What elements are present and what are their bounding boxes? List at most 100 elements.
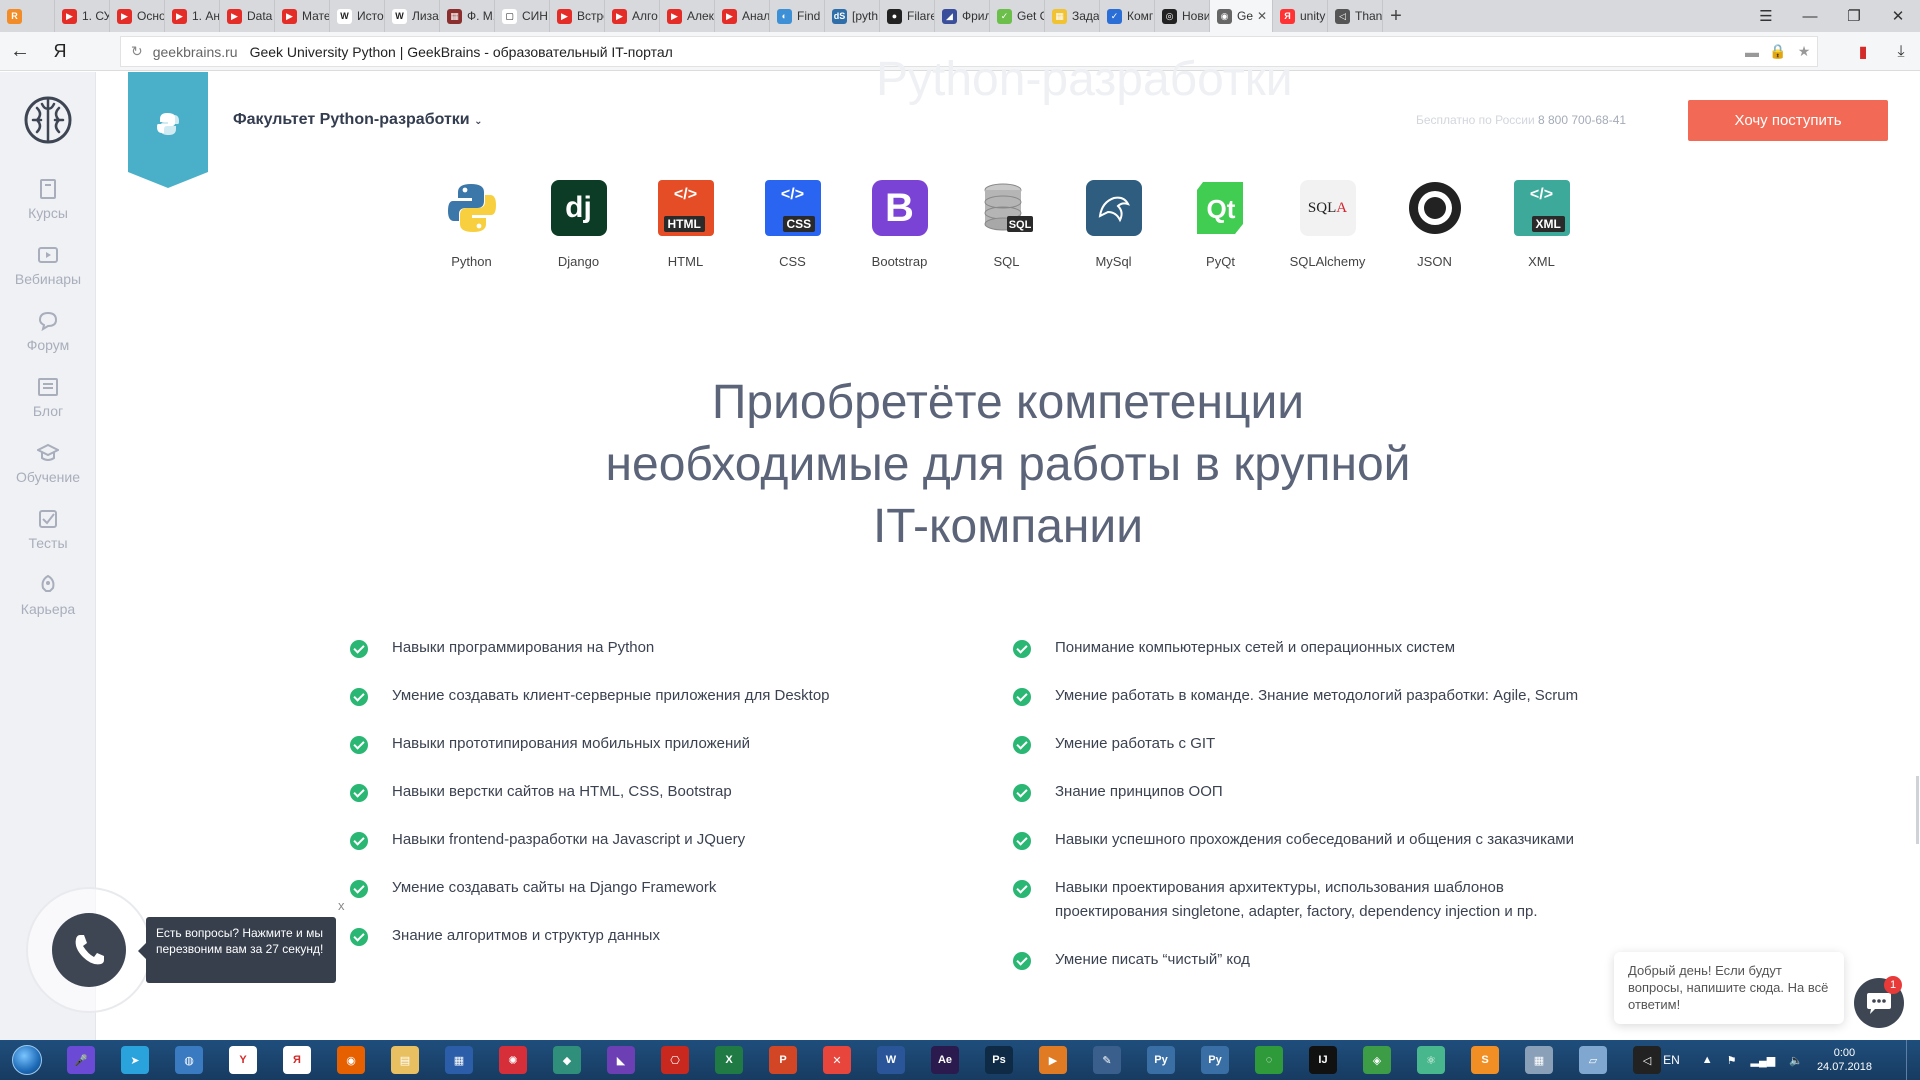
taskbar-app-button[interactable]: X <box>702 1040 756 1080</box>
browser-tab[interactable]: ▢ СИН <box>495 0 550 32</box>
taskbar-app-button[interactable]: ◆ <box>540 1040 594 1080</box>
url-domain: geekbrains.ru <box>152 43 238 60</box>
browser-tab[interactable]: ◁ Than <box>1328 0 1383 32</box>
skill-text: Навыки верстки сайтов на HTML, CSS, Boot… <box>392 783 732 800</box>
sidebar-item-blog[interactable]: Блог <box>0 376 96 419</box>
geekbrains-brain-logo-icon[interactable] <box>23 94 73 146</box>
faculty-badge[interactable] <box>128 72 208 188</box>
restore-button[interactable]: ❐ <box>1832 0 1876 32</box>
flag-icon[interactable]: ⚑ <box>1727 1054 1737 1067</box>
taskbar-app-button[interactable]: Py <box>1134 1040 1188 1080</box>
signal-icon[interactable]: ▂▄▆ <box>1751 1054 1776 1067</box>
taskbar-app-button[interactable]: IJ <box>1296 1040 1350 1080</box>
taskbar-app-button[interactable]: ✺ <box>486 1040 540 1080</box>
back-button[interactable]: ← <box>0 32 40 71</box>
taskbar-app-button[interactable]: ▶ <box>1026 1040 1080 1080</box>
sidebar-item-webinars[interactable]: Вебинары <box>0 244 96 287</box>
browser-tab[interactable]: ◐ Find <box>770 0 825 32</box>
taskbar-app-button[interactable]: ▱ <box>1566 1040 1620 1080</box>
browser-tab[interactable]: ▶ Встре <box>550 0 605 32</box>
minimize-button[interactable]: — <box>1788 0 1832 32</box>
browser-tab[interactable]: R <box>0 0 55 32</box>
taskbar-app-button[interactable]: ✕ <box>810 1040 864 1080</box>
taskbar-app-button[interactable]: S <box>1458 1040 1512 1080</box>
tab-favicon-icon: R <box>7 8 22 24</box>
enroll-button[interactable]: Хочу поступить <box>1688 100 1888 141</box>
start-button[interactable] <box>0 1040 54 1080</box>
chat-greeting-bubble[interactable]: Добрый день! Если будут вопросы, напишит… <box>1614 952 1844 1024</box>
star-icon[interactable]: ★ <box>1791 43 1817 60</box>
sidebar-item-career[interactable]: Карьера <box>0 574 96 617</box>
browser-tab[interactable]: dS [pyth <box>825 0 880 32</box>
menu-icon[interactable]: ☰ <box>1744 0 1788 32</box>
sidebar-label: Блог <box>32 403 64 419</box>
browser-tab[interactable]: ▶ Мате <box>275 0 330 32</box>
skill-text: Умение работать с GIT <box>1055 735 1216 752</box>
browser-tab[interactable]: ▶ 1. Ан <box>165 0 220 32</box>
phone-number[interactable]: 8 800 700-68-41 <box>1538 113 1626 127</box>
browser-tab[interactable]: ▶ Осно <box>110 0 165 32</box>
browser-tab[interactable]: ● Filare <box>880 0 935 32</box>
taskbar-clock[interactable]: 0:00 24.07.2018 <box>1817 1046 1872 1074</box>
taskbar-app-button[interactable]: ◉ <box>324 1040 378 1080</box>
taskbar-app-button[interactable]: ◣ <box>594 1040 648 1080</box>
browser-tab[interactable]: ▶ Алек <box>660 0 715 32</box>
taskbar-app-button[interactable]: Y <box>216 1040 270 1080</box>
volume-icon[interactable]: 🔈 <box>1789 1054 1803 1067</box>
browser-tab[interactable]: ▦ Ф. М. <box>440 0 495 32</box>
browser-tab[interactable]: ▶ Анал <box>715 0 770 32</box>
yandex-home-button[interactable]: Я <box>40 32 80 71</box>
taskbar-app-button[interactable]: ⚛ <box>1404 1040 1458 1080</box>
taskbar-app-button[interactable]: W <box>864 1040 918 1080</box>
browser-tab[interactable]: ▶ Data <box>220 0 275 32</box>
tab-close-icon[interactable]: ✕ <box>1257 9 1267 23</box>
browser-tab[interactable]: W Лиза <box>385 0 440 32</box>
browser-tab[interactable]: ▶ 1. СУ <box>55 0 110 32</box>
browser-tab[interactable]: ◎ Нови <box>1155 0 1210 32</box>
tray-expand-icon[interactable]: ▲ <box>1702 1054 1713 1066</box>
taskbar-app-button[interactable]: ◌ <box>1242 1040 1296 1080</box>
taskbar-app-button[interactable]: ◈ <box>1350 1040 1404 1080</box>
callback-button[interactable] <box>52 913 126 987</box>
download-icon[interactable]: ⤓ <box>1882 43 1920 61</box>
new-tab-button[interactable]: + <box>1383 0 1409 32</box>
show-desktop-button[interactable] <box>1906 1040 1920 1080</box>
browser-tab[interactable]: Яunity <box>1273 0 1328 32</box>
browser-tab[interactable]: ✓ Комг <box>1100 0 1155 32</box>
check-circle-icon <box>350 688 368 706</box>
taskbar-app-button[interactable]: ✎ <box>1080 1040 1134 1080</box>
taskbar-app-button[interactable]: 🎤 <box>54 1040 108 1080</box>
browser-tab[interactable]: ▶ Алго <box>605 0 660 32</box>
callback-close-button[interactable]: x <box>338 898 345 913</box>
callback-tooltip[interactable]: Есть вопросы? Нажмите и мы перезвоним ва… <box>138 917 336 983</box>
taskbar-app-button[interactable]: Ae <box>918 1040 972 1080</box>
sidebar-item-courses[interactable]: Курсы <box>0 178 96 221</box>
page-scrollbar[interactable] <box>1916 776 1919 844</box>
sidebar-item-tests[interactable]: Тесты <box>0 508 96 551</box>
sidebar-item-forum[interactable]: Форум <box>0 310 96 353</box>
comment-icon[interactable]: ▬ <box>1739 44 1765 60</box>
browser-tab[interactable]: ◢ Фрил <box>935 0 990 32</box>
taskbar-app-button[interactable]: ➤ <box>108 1040 162 1080</box>
close-window-button[interactable]: ✕ <box>1876 0 1920 32</box>
reload-icon[interactable]: ↻ <box>131 43 143 60</box>
browser-tab[interactable]: ▦ Зада <box>1045 0 1100 32</box>
taskbar-app-button[interactable]: Py <box>1188 1040 1242 1080</box>
taskbar-app-button[interactable]: ▦ <box>432 1040 486 1080</box>
faculty-dropdown[interactable]: Факультет Python-разработки ⌄ <box>233 111 482 129</box>
sidebar-item-learning[interactable]: Обучение <box>0 442 96 485</box>
taskbar-app-button[interactable]: ⎔ <box>648 1040 702 1080</box>
taskbar-app-button[interactable]: Я <box>270 1040 324 1080</box>
taskbar-app-button[interactable]: ▤ <box>378 1040 432 1080</box>
browser-tab[interactable]: ✓ Get C <box>990 0 1045 32</box>
taskbar-app-button[interactable]: ▦ <box>1512 1040 1566 1080</box>
bookmark-icon[interactable]: ▮ <box>1844 42 1882 62</box>
taskbar-app-button[interactable]: ◍ <box>162 1040 216 1080</box>
tab-label: Get C <box>1017 9 1044 23</box>
browser-tab[interactable]: W Исто <box>330 0 385 32</box>
language-indicator[interactable]: EN <box>1663 1053 1680 1067</box>
browser-tab[interactable]: ◉ Ge ✕ <box>1210 0 1273 32</box>
taskbar-app-button[interactable]: P <box>756 1040 810 1080</box>
lock-icon[interactable]: 🔒 <box>1765 43 1791 60</box>
taskbar-app-button[interactable]: Ps <box>972 1040 1026 1080</box>
